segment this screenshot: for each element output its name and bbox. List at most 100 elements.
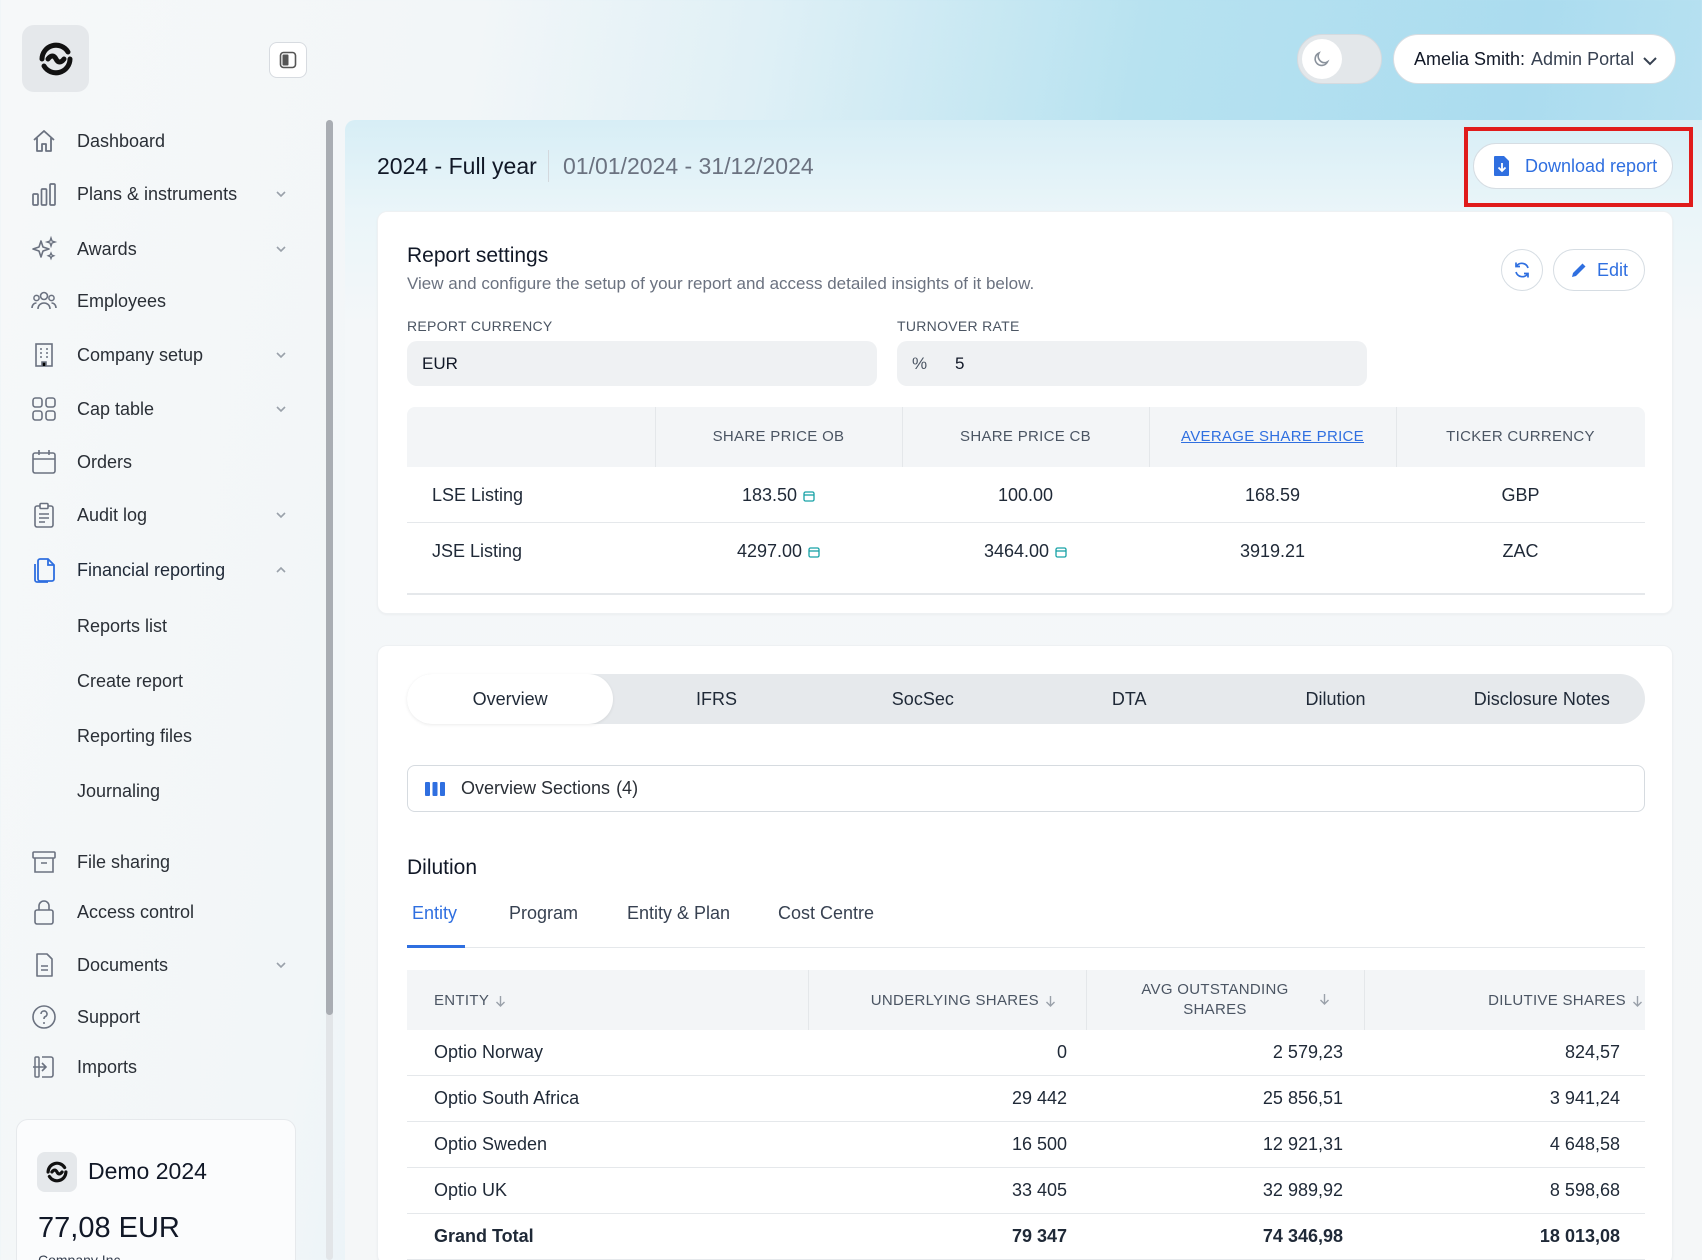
tab-ifrs[interactable]: IFRS <box>613 674 819 724</box>
share-table-column-header: SHARE PRICE OB <box>712 428 845 445</box>
chevron-down-icon <box>1641 52 1659 70</box>
sidebar-item-awards[interactable]: Awards <box>30 229 286 269</box>
columns-icon <box>424 780 446 798</box>
tab-overview[interactable]: Overview <box>407 674 614 724</box>
sidebar-item-imports[interactable]: Imports <box>30 1047 285 1087</box>
home-icon <box>30 127 58 155</box>
user-role: Admin Portal <box>1531 48 1635 69</box>
share-table-cell: JSE Listing <box>432 541 522 562</box>
sidebar-subitem-journaling[interactable]: Journaling <box>77 781 160 802</box>
logo-icon <box>46 1161 68 1183</box>
cell-value: 3464.00 <box>983 541 1050 561</box>
theme-toggle[interactable] <box>1297 34 1382 84</box>
sidebar-item-cap-table[interactable]: Cap table <box>30 389 288 429</box>
overview-sections-label: Overview Sections <box>461 778 611 798</box>
chevron-down-icon <box>274 348 288 362</box>
sidebar-item-dashboard[interactable]: Dashboard <box>30 121 285 161</box>
report-date-range: 01/01/2024 - 31/12/2024 <box>563 153 814 179</box>
subtab-entity-plan[interactable]: Entity & Plan <box>627 903 730 924</box>
column-header-avg-outstanding-shares[interactable]: AVG OUTSTANDING SHARES <box>1100 980 1330 1020</box>
sort-arrow-icon[interactable] <box>495 995 506 1008</box>
highlight-box <box>1464 127 1693 207</box>
sidebar-item-label: Financial reporting <box>77 559 226 580</box>
calendar-icon[interactable] <box>803 490 815 502</box>
subtab-entity[interactable]: Entity <box>412 903 457 924</box>
sidebar-item-documents[interactable]: Documents <box>30 945 286 985</box>
sidebar-scrollbar-thumb[interactable] <box>326 120 333 1015</box>
share-table-cell: 3919.21 <box>1149 541 1396 562</box>
user-menu[interactable]: Amelia Smith: Admin Portal <box>1393 34 1676 84</box>
clipboard-icon <box>30 501 58 529</box>
chevron-down-icon <box>274 402 288 416</box>
turnover-field[interactable]: % 5 <box>897 341 1367 386</box>
dilution-title: Dilution <box>407 856 478 879</box>
share-table-column-header: SHARE PRICE CB <box>960 428 1091 445</box>
sidebar-item-support[interactable]: Support <box>30 997 285 1037</box>
subtab-divider <box>407 947 1645 948</box>
subtab-cost-centre[interactable]: Cost Centre <box>778 903 874 924</box>
sidebar-item-orders[interactable]: Orders <box>30 442 285 482</box>
sidebar-item-label: Cap table <box>77 398 155 419</box>
refresh-button[interactable] <box>1501 249 1543 291</box>
cell-underlying: 16 500 <box>1011 1134 1067 1154</box>
cell-dilutive: 3 941,24 <box>1549 1088 1620 1108</box>
bar-chart-icon <box>30 180 58 208</box>
sidebar-item-file-sharing[interactable]: File sharing <box>30 842 285 882</box>
percent-prefix: % <box>912 353 928 373</box>
company-card[interactable]: Demo 2024 77,08 EUR Company Inc <box>16 1119 296 1260</box>
sidebar-item-financial-reporting[interactable]: Financial reporting <box>30 550 286 590</box>
tab-dta[interactable]: DTA <box>1026 674 1232 724</box>
tab-dilution[interactable]: Dilution <box>1232 674 1438 724</box>
calendar-icon[interactable] <box>1055 546 1067 558</box>
share-table-cell: 100.00 <box>902 485 1149 506</box>
cell-underlying: 0 <box>1056 1042 1067 1062</box>
sidebar-item-label: Audit log <box>77 504 148 525</box>
sidebar-item-plans-instruments[interactable]: Plans & instruments <box>30 174 288 214</box>
column-header-entity[interactable]: ENTITY <box>434 992 506 1009</box>
sidebar-item-label: Company setup <box>77 344 204 365</box>
tab-socsec[interactable]: SocSec <box>820 674 1026 724</box>
report-settings-title: Report settings <box>407 244 549 267</box>
sidebar-item-access-control[interactable]: Access control <box>30 892 285 932</box>
cell-entity: Optio UK <box>434 1180 508 1200</box>
cell-value: 3919.21 <box>1239 541 1306 561</box>
column-header-underlying-shares[interactable]: UNDERLYING SHARES <box>871 992 1056 1009</box>
lock-icon <box>30 898 58 926</box>
report-settings-subtitle: View and configure the setup of your rep… <box>407 274 1035 293</box>
tab-disclosure-notes[interactable]: Disclosure Notes <box>1439 674 1645 724</box>
sort-arrow-icon[interactable] <box>1319 993 1330 1006</box>
sidebar-subitem-reports-list[interactable]: Reports list <box>77 616 167 637</box>
sidebar-item-employees[interactable]: Employees <box>30 281 285 321</box>
subtab-program[interactable]: Program <box>509 903 578 924</box>
report-tabs: Overview IFRS SocSec DTA Dilution Disclosure … <box>407 674 1645 724</box>
chevron-down-icon <box>274 187 288 201</box>
sparkles-icon <box>30 235 58 263</box>
app-logo[interactable] <box>22 25 89 92</box>
overview-sections-bar[interactable]: Overview Sections (4) <box>407 765 1645 812</box>
sidebar-item-company-setup[interactable]: Company setup <box>30 335 288 375</box>
sidebar-item-label: Awards <box>77 238 137 259</box>
edit-button[interactable]: Edit <box>1553 249 1645 291</box>
cell-underlying: 33 405 <box>1011 1180 1067 1200</box>
sort-arrow-icon[interactable] <box>1045 995 1056 1008</box>
company-card-company: Company Inc <box>38 1252 121 1260</box>
average-share-price-link[interactable]: AVERAGE SHARE PRICE <box>1149 428 1396 445</box>
table-row: Optio Norway 0 2 579,23 824,57 <box>407 1030 1645 1076</box>
sidebar-toggle-button[interactable] <box>269 42 307 78</box>
cell-dilutive: 4 648,58 <box>1549 1134 1620 1154</box>
column-header-dilutive-shares[interactable]: DILUTIVE SHARES <box>1488 992 1643 1009</box>
sort-arrow-icon[interactable] <box>1632 995 1643 1008</box>
cell-value: 183.50 <box>741 485 798 505</box>
currency-field[interactable]: EUR <box>407 341 877 386</box>
sidebar-subitem-reporting-files[interactable]: Reporting files <box>77 726 192 747</box>
import-icon <box>30 1053 58 1081</box>
sidebar-subitem-create-report[interactable]: Create report <box>77 671 183 692</box>
calendar-icon[interactable] <box>808 546 820 558</box>
cell-entity: Optio Norway <box>434 1042 544 1062</box>
subtab-active-indicator <box>407 945 465 948</box>
table-row: Optio Sweden 16 500 12 921,31 4 648,58 <box>407 1122 1645 1168</box>
files-icon <box>30 556 58 584</box>
sidebar-item-audit-log[interactable]: Audit log <box>30 495 286 535</box>
share-table-cell: GBP <box>1396 485 1645 506</box>
cell-entity: Grand Total <box>434 1226 534 1246</box>
